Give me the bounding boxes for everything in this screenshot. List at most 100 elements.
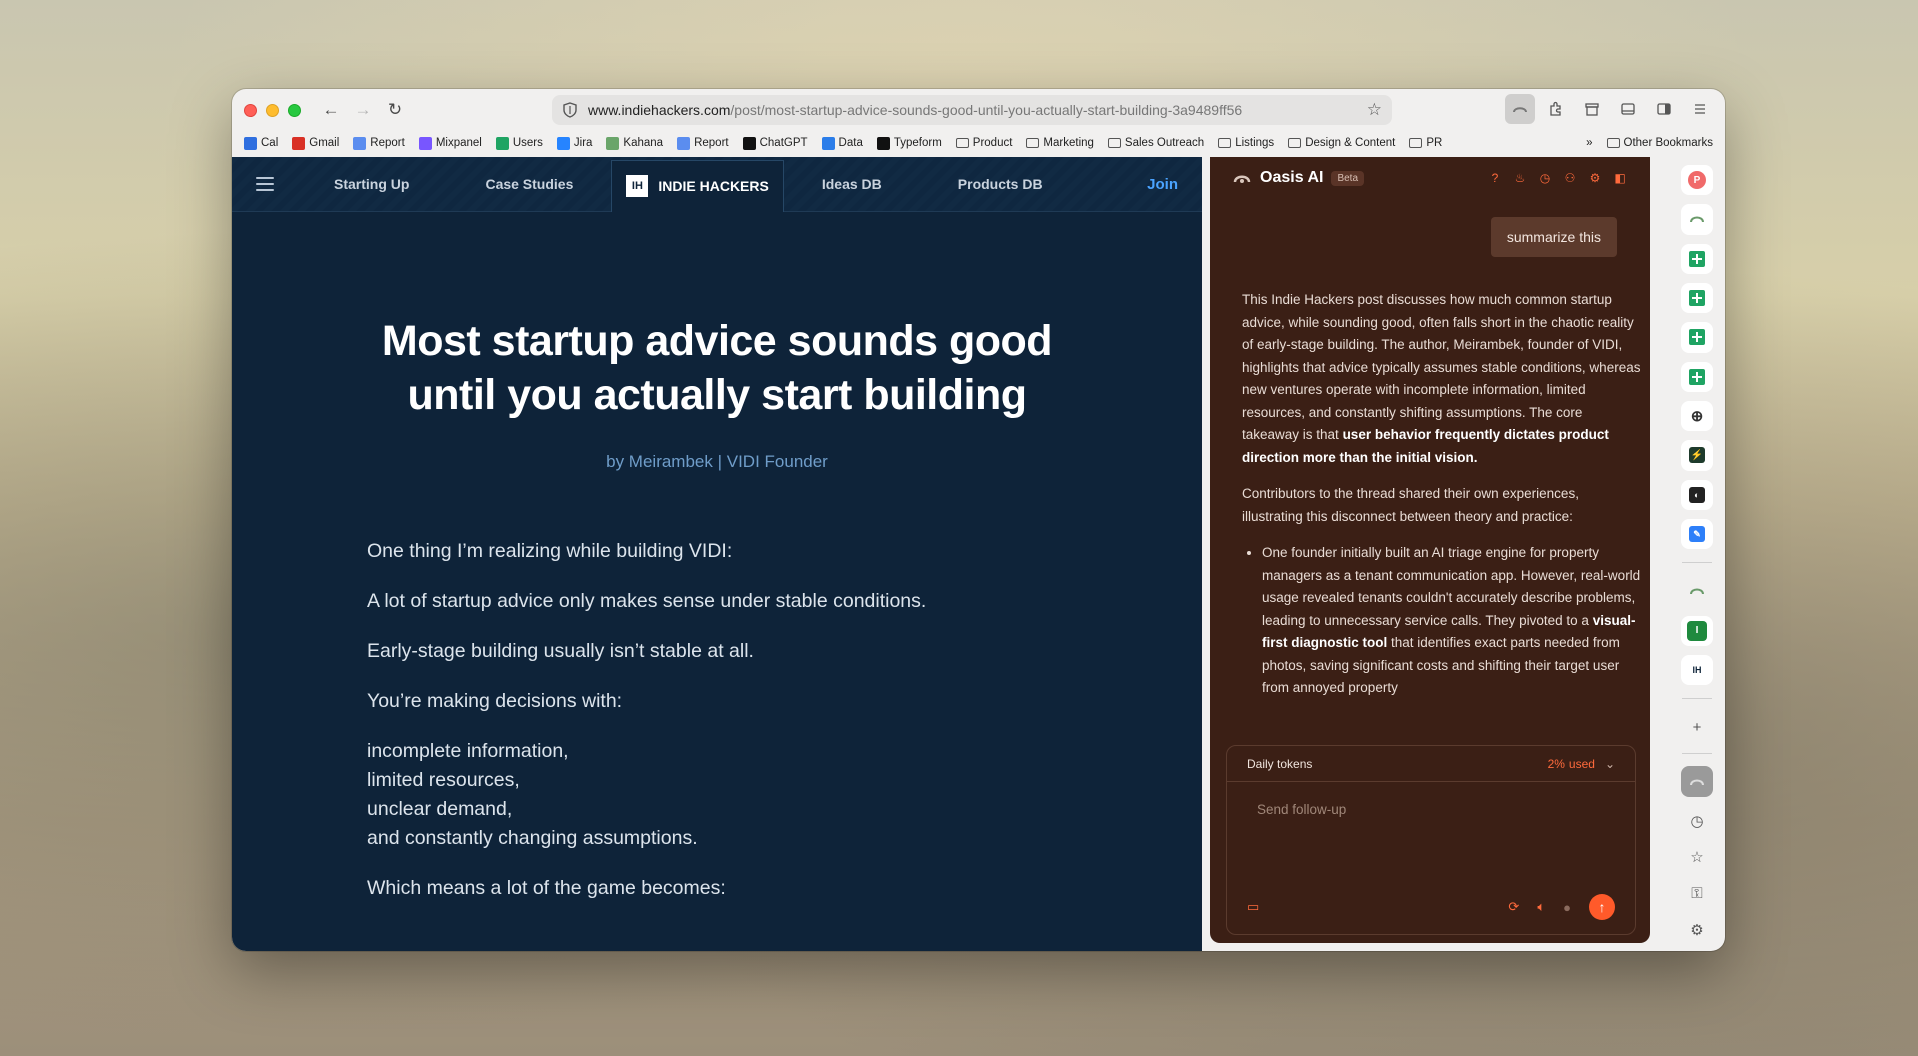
folder-icon <box>1107 138 1121 148</box>
refresh-icon[interactable]: ⟳ <box>1508 899 1519 915</box>
answer-bullets: One founder initially built an AI triage… <box>1242 542 1642 700</box>
bookmark-product[interactable]: Product <box>955 137 1013 149</box>
address-bar[interactable]: www.indiehackers.com/post/most-startup-a… <box>552 95 1392 125</box>
followup-input[interactable]: Send follow-up <box>1227 782 1635 837</box>
extensions-puzzle-icon[interactable] <box>1541 94 1571 124</box>
dock-app-green-icon[interactable]: I <box>1681 615 1713 646</box>
minimize-window-button[interactable] <box>266 103 279 117</box>
bookmark-report[interactable]: Report <box>677 136 729 150</box>
dock-ih-icon[interactable]: IH <box>1681 654 1713 686</box>
article-byline[interactable]: by Meirambek | VIDI Founder <box>232 452 1202 472</box>
chevron-down-icon[interactable]: ⌄ <box>1605 757 1615 771</box>
browser-window: ← → ↻ www.indiehackers.com/post/most-sta… <box>232 89 1725 951</box>
bookmark-pr[interactable]: PR <box>1409 137 1442 149</box>
dock-sheets-icon[interactable] <box>1681 322 1713 353</box>
dock-sheets-icon[interactable] <box>1681 282 1713 314</box>
sidebar-bottom-icon[interactable] <box>1613 94 1643 124</box>
url-domain: www.indiehackers.com <box>588 102 731 118</box>
nav-starting-up[interactable]: Starting Up <box>334 157 447 212</box>
forward-arrow-icon[interactable]: → <box>349 96 377 124</box>
browser-toolbar: ← → ↻ www.indiehackers.com/post/most-sta… <box>232 89 1725 131</box>
panel-toggle-icon[interactable]: ◧ <box>1612 170 1628 186</box>
reload-icon[interactable]: ↻ <box>381 96 409 124</box>
close-window-button[interactable] <box>244 103 257 117</box>
menu-icon[interactable] <box>1685 94 1715 124</box>
dock-oasis-icon[interactable] <box>1681 576 1713 606</box>
back-arrow-icon[interactable]: ← <box>317 96 345 124</box>
calendar-icon <box>244 136 257 150</box>
hamburger-menu-icon[interactable] <box>256 177 274 191</box>
bookmark-users[interactable]: Users <box>495 136 543 150</box>
composer: Daily tokens 2% used ⌄ Send follow-up ▭ … <box>1226 745 1636 935</box>
user-icon[interactable]: ⚇ <box>1562 170 1578 186</box>
dock-globe-icon[interactable]: ⊕ <box>1681 400 1713 432</box>
bookmark-star-icon[interactable]: ☆ <box>1367 100 1382 120</box>
star-icon[interactable]: ☆ <box>1681 842 1713 872</box>
dock-activity-icon[interactable]: ⚡ <box>1681 440 1713 471</box>
bookmark-typeform[interactable]: Typeform <box>876 136 942 150</box>
dock-app-p[interactable]: P <box>1681 165 1713 196</box>
bookmark-marketing[interactable]: Marketing <box>1026 137 1094 149</box>
bookmark-mixpanel[interactable]: Mixpanel <box>418 136 482 150</box>
oasis-logo-icon <box>1233 175 1251 183</box>
indie-hackers-page: Starting Up Case Studies IH INDIE HACKER… <box>232 157 1202 951</box>
bookmark-other-bookmarks[interactable]: Other Bookmarks <box>1606 137 1713 149</box>
bookmark-label: Report <box>694 137 729 149</box>
bookmark-gmail[interactable]: Gmail <box>292 136 339 150</box>
nav-ideas-db[interactable]: Ideas DB <box>784 157 920 212</box>
bookmark-label: Data <box>838 137 863 149</box>
bookmark-jira[interactable]: Jira <box>556 136 592 150</box>
speaker-icon[interactable]: 🔈︎ <box>1537 899 1545 915</box>
send-button[interactable]: ↑ <box>1589 894 1615 920</box>
key-icon[interactable]: ⚿ <box>1681 878 1713 908</box>
bookmark-label: Kahana <box>623 137 664 149</box>
tokens-used-label: used <box>1568 756 1595 771</box>
sidebar-right-icon[interactable] <box>1649 94 1679 124</box>
dock-sheets-icon[interactable] <box>1681 361 1713 392</box>
bookmark-label: Cal <box>261 137 279 149</box>
dock-sheets-icon[interactable] <box>1681 243 1713 274</box>
chevron-double-right-icon[interactable]: » <box>1586 137 1592 149</box>
answer-paragraph: Contributors to the thread shared their … <box>1242 486 1579 524</box>
bookmark-sales-outreach[interactable]: Sales Outreach <box>1107 137 1204 149</box>
article-body: One thing I’m realizing while building V… <box>367 540 1202 900</box>
clock-icon[interactable]: ◷ <box>1681 806 1713 836</box>
dock-oasis-icon[interactable] <box>1681 204 1713 235</box>
bookmark-report[interactable]: Report <box>353 136 405 150</box>
bookmark-cal[interactable]: Cal <box>244 136 279 150</box>
bookmark-data[interactable]: Data <box>821 136 863 150</box>
ai-answer: This Indie Hackers post discusses how mu… <box>1242 289 1642 700</box>
folder-icon <box>1026 138 1040 148</box>
bookmark-chatgpt[interactable]: ChatGPT <box>742 136 808 150</box>
dock-profile-icon[interactable] <box>1681 766 1713 797</box>
nav-case-studies[interactable]: Case Studies <box>447 157 611 212</box>
join-link[interactable]: Join <box>1147 157 1178 212</box>
help-icon[interactable]: ? <box>1487 170 1503 186</box>
jira-icon <box>556 136 570 150</box>
bookmark-label: Product <box>972 137 1013 149</box>
oasis-extension-icon[interactable] <box>1505 94 1535 124</box>
chat-bubble-icon[interactable]: ▭ <box>1247 899 1259 915</box>
flame-icon[interactable]: ♨ <box>1512 170 1528 186</box>
answer-paragraph: This Indie Hackers post discusses how mu… <box>1242 289 1642 469</box>
daily-tokens-row[interactable]: Daily tokens 2% used ⌄ <box>1227 746 1635 782</box>
bookmark-design-content[interactable]: Design & Content <box>1288 137 1395 149</box>
user-message-bubble: summarize this <box>1490 217 1617 257</box>
dock-app-dark-icon[interactable]: ◐ <box>1681 479 1713 510</box>
beta-badge: Beta <box>1331 170 1365 186</box>
plus-icon[interactable]: + <box>1681 712 1713 742</box>
kahana-icon <box>606 136 620 150</box>
gear-icon[interactable]: ⚙ <box>1587 170 1603 186</box>
history-clock-icon[interactable]: ◷ <box>1537 170 1553 186</box>
ih-brand-tab[interactable]: IH INDIE HACKERS <box>611 159 784 212</box>
bookmark-label: Users <box>512 137 543 149</box>
nav-products-db[interactable]: Products DB <box>920 157 1081 212</box>
zoom-window-button[interactable] <box>288 103 301 117</box>
bookmark-kahana[interactable]: Kahana <box>606 136 664 150</box>
dock-app-blue-icon[interactable]: ✎ <box>1681 518 1713 550</box>
microphone-icon[interactable]: ● <box>1563 900 1571 915</box>
bookmark-listings[interactable]: Listings <box>1218 137 1274 149</box>
archive-icon[interactable] <box>1577 94 1607 124</box>
gear-icon[interactable]: ⚙ <box>1681 915 1713 945</box>
folder-icon <box>955 138 969 148</box>
